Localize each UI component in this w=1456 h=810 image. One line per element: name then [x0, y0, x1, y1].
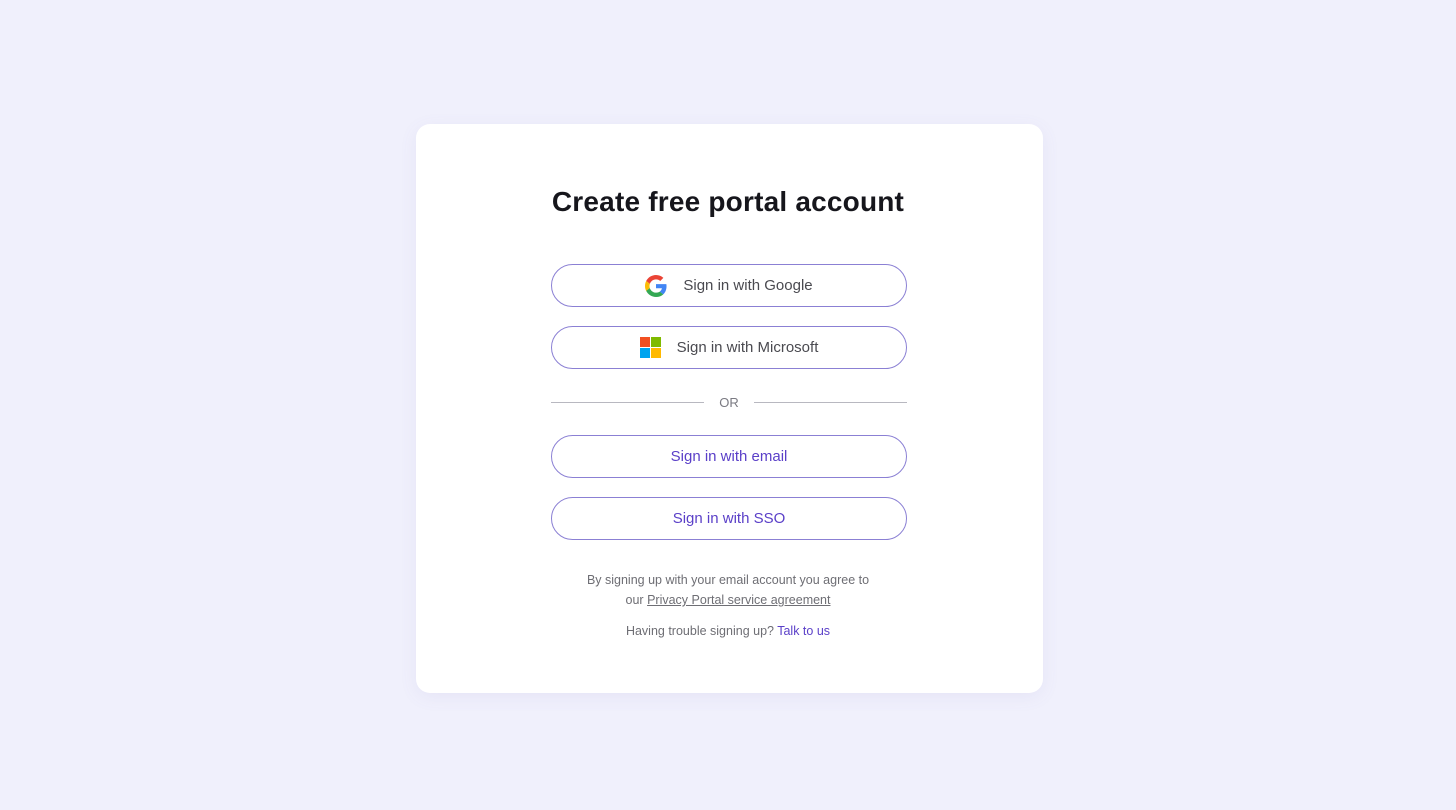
divider-line-right [754, 401, 907, 403]
legal-notice: By signing up with your email account yo… [0, 570, 1456, 610]
help-notice: Having trouble signing up? Talk to us [0, 624, 1456, 638]
service-agreement-link[interactable]: Privacy Portal service agreement [647, 593, 830, 607]
google-signin-label: Sign in with Google [683, 277, 813, 294]
legal-prefix: our [625, 593, 644, 607]
legal-line-1: By signing up with your email account yo… [586, 573, 870, 587]
google-logo-icon [645, 274, 667, 297]
google-signin-button[interactable]: Sign in with Google [551, 264, 907, 307]
help-text: Having trouble signing up? [625, 624, 774, 638]
microsoft-signin-label: Sign in with Microsoft [676, 339, 819, 356]
or-divider: OR [551, 392, 907, 412]
microsoft-logo-icon [639, 337, 661, 358]
sso-signin-button[interactable]: Sign in with SSO [551, 497, 907, 540]
email-signin-label: Sign in with email [670, 448, 788, 465]
page-title: Create free portal account [551, 186, 905, 217]
divider-line-left [551, 401, 704, 403]
sso-signin-label: Sign in with SSO [672, 510, 786, 527]
divider-text: OR [719, 394, 739, 410]
legal-line-2: our Privacy Portal service agreement [0, 590, 1456, 610]
talk-to-us-link[interactable]: Talk to us [777, 624, 830, 638]
microsoft-signin-button[interactable]: Sign in with Microsoft [551, 326, 907, 369]
email-signin-button[interactable]: Sign in with email [551, 435, 907, 478]
